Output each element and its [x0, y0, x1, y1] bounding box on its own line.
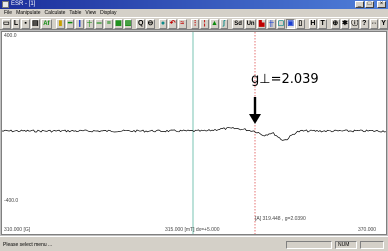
expand-icon[interactable]: ⇔ [369, 18, 379, 29]
overlay-icon[interactable]: ▦ [114, 18, 123, 29]
close-button[interactable]: × [377, 1, 386, 8]
save-icon[interactable]: ▪ [21, 18, 30, 29]
down-arrow-icon [249, 114, 261, 124]
spectrum-trace [2, 127, 386, 141]
x-right-label: 370.000 [358, 227, 377, 233]
peak-icon[interactable]: ▲ [209, 18, 219, 29]
integrate-icon[interactable]: ∫ [219, 18, 229, 29]
minimize-button[interactable]: _ [355, 1, 364, 8]
y-axis-icon[interactable]: Y [379, 18, 388, 29]
chart-icon[interactable]: ▙ [257, 18, 266, 29]
info-icon[interactable]: ⓘ [350, 18, 359, 29]
app-icon[interactable] [2, 1, 9, 8]
panel-icon[interactable]: ▣ [286, 18, 295, 29]
zoom-window-icon[interactable]: ⊕ [330, 18, 340, 29]
y-top-label: 400.0 [4, 33, 17, 39]
y-bottom-label: -400.0 [4, 198, 19, 204]
zoom-y-icon[interactable]: ▮ [56, 18, 65, 29]
fit-icon[interactable]: ≈ [178, 18, 187, 29]
menu-display[interactable]: Display [98, 9, 118, 17]
stack-icon[interactable]: ≡ [104, 18, 114, 29]
menu-bar: File Manipulate Calculate Table View Dis… [0, 9, 388, 17]
menu-view[interactable]: View [83, 9, 98, 17]
window-title: ESR - [1] [11, 1, 36, 7]
zoom-out-icon[interactable]: ⊖ [146, 18, 155, 29]
window-icon[interactable]: ▢ [276, 18, 286, 29]
status-message: Please select menu ... [3, 242, 53, 248]
help-icon[interactable]: H [308, 18, 318, 29]
unknown-icon[interactable]: ? [359, 18, 369, 29]
linear-icon[interactable]: L [11, 18, 21, 29]
grid-icon[interactable]: ▥ [123, 18, 133, 29]
toolbar: ▭ L ▪ ▤ Af ▮ ━ ┃ ┼ ═ ≡ ▦ ▥ Q ⊖ ● ↶ ≈ ⋮ ¦ ▲ ∫ Sd Un ▙ ╫ ▢ ▣ ▯ H T ⊕ ✱ ⓘ? ⇔ Y [0, 17, 388, 30]
magnify-icon[interactable]: Q [136, 18, 146, 29]
menu-table[interactable]: Table [67, 9, 83, 17]
cursor-icon[interactable]: ⋮ [190, 18, 200, 29]
menu-file[interactable]: File [2, 9, 14, 17]
text-icon[interactable]: T [318, 18, 327, 29]
window-controls: _ □ × [355, 1, 386, 8]
x-left-label: 310.000 [G] [4, 227, 31, 233]
open-file-icon[interactable]: ▭ [2, 18, 11, 29]
menu-manipulate[interactable]: Manipulate [14, 9, 42, 17]
split-icon[interactable]: ╫ [266, 18, 276, 29]
globe-icon[interactable]: ● [158, 18, 168, 29]
status-bar: Please select menu ... NUM [0, 236, 388, 251]
std-icon[interactable]: Sd [232, 18, 244, 29]
border-icon[interactable]: ▯ [295, 18, 305, 29]
maximize-button[interactable]: □ [365, 1, 374, 8]
print-icon[interactable]: ▤ [30, 18, 40, 29]
spectrum-canvas [2, 32, 386, 234]
undo-icon[interactable]: ↶ [168, 18, 178, 29]
g-perp-annotation: g⊥=2.039 [251, 72, 319, 87]
x-mid-label: 315.000 [mT] dx=+5.000 [165, 227, 220, 233]
baseline-icon[interactable]: ━ [65, 18, 75, 29]
multi-trace-icon[interactable]: ═ [94, 18, 104, 29]
menu-calculate[interactable]: Calculate [43, 9, 68, 17]
spectrum-plot[interactable]: 400.0 g⊥=2.039 [A] 319.448 , g=2.0390 -4… [1, 31, 387, 235]
units-icon[interactable]: Un [244, 18, 257, 29]
peak-pick-icon[interactable]: ┃ [75, 18, 85, 29]
title-bar: ESR - [1] _ □ × [0, 0, 388, 9]
cursor-readout: [A] 319.448 , g=2.0390 [255, 216, 306, 222]
settings-icon[interactable]: ✱ [340, 18, 350, 29]
status-panel-end [360, 241, 384, 249]
mark-icon[interactable]: ¦ [200, 18, 209, 29]
status-panel-blank [286, 241, 332, 249]
status-num-indicator: NUM [335, 241, 357, 249]
amplitude-icon[interactable]: Af [40, 18, 53, 29]
peak-sum-icon[interactable]: ┼ [85, 18, 94, 29]
